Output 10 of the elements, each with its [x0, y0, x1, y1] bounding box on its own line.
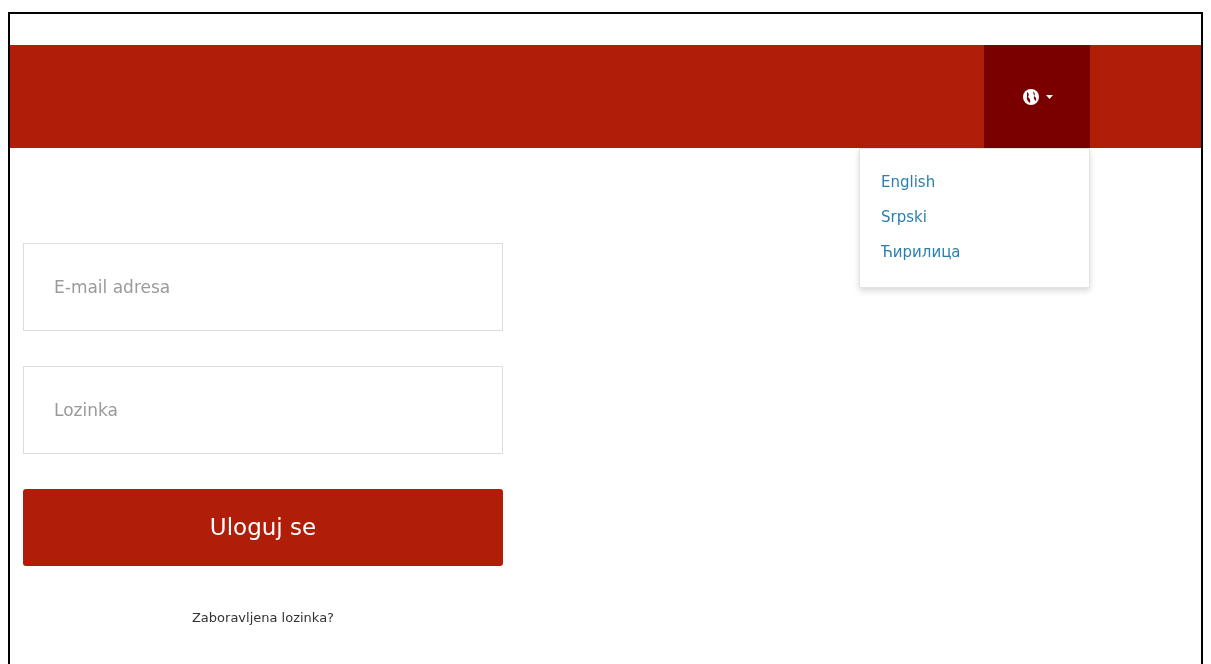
language-option[interactable]: Ћирилица	[860, 238, 1089, 273]
forgot-password-link[interactable]: Zaboravljena lozinka?	[23, 608, 503, 628]
language-dropdown-toggle[interactable]	[984, 45, 1090, 148]
email-field[interactable]: E-mail adresa	[23, 243, 503, 331]
password-field[interactable]: Lozinka	[23, 366, 503, 454]
login-button[interactable]: Uloguj se	[23, 489, 503, 566]
language-option[interactable]: English	[860, 168, 1089, 203]
globe-icon	[1021, 87, 1040, 106]
caret-icon	[1045, 94, 1053, 99]
language-option[interactable]: Srpski	[860, 203, 1089, 238]
